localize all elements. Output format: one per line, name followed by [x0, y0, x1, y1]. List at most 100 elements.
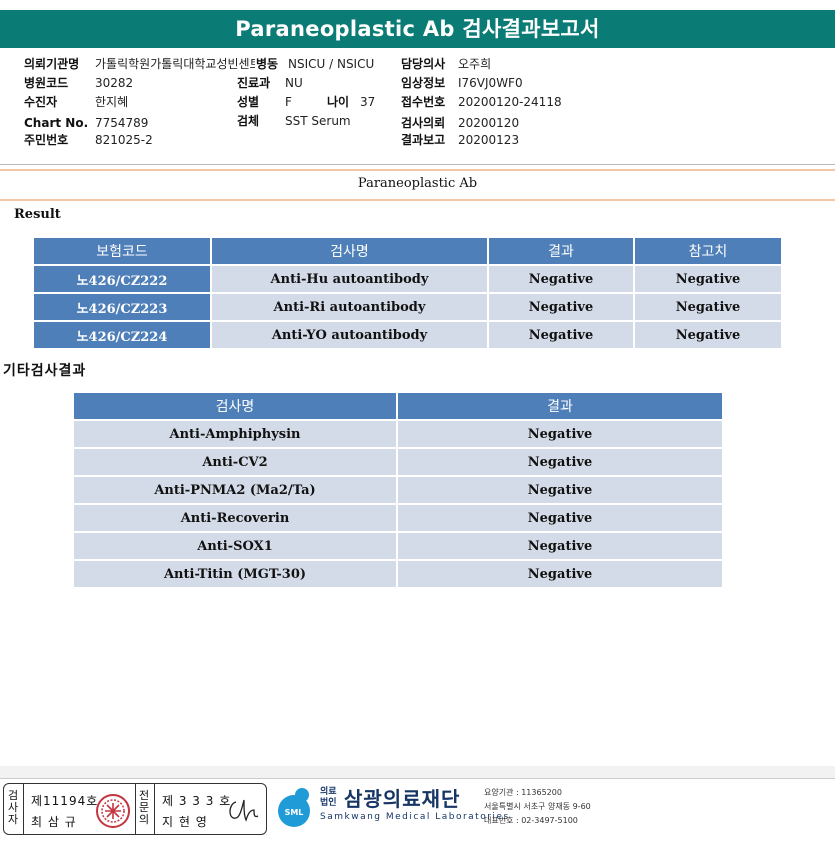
info-value: 20200120-24118 — [458, 95, 562, 109]
contact-line: 요양기관 : 11365200 — [484, 788, 562, 797]
test-name: Anti-YO autoantibody — [212, 322, 487, 348]
table-row: Anti-Amphiphysin Negative — [74, 421, 722, 447]
insurance-code: 노426/CZ222 — [34, 266, 210, 292]
info-label: 수진자 — [24, 95, 58, 109]
reference-value: Negative — [635, 294, 781, 320]
ward-value: NSICU / NSICU — [288, 57, 375, 71]
test-result: Negative — [398, 533, 722, 559]
specialist-name: 지 현 영 — [162, 815, 208, 829]
divider — [154, 784, 155, 834]
table-row: 노426/CZ224 Anti-YO autoantibody Negative… — [34, 322, 781, 348]
org-english-name: Samkwang Medical Laboratories — [320, 812, 510, 822]
table-header-row: 보험코드 검사명 결과 참고치 — [34, 238, 781, 264]
table-row: Anti-CV2 Negative — [74, 449, 722, 475]
org-name: 삼광의료재단 — [344, 787, 461, 811]
column-header: 참고치 — [635, 238, 781, 264]
test-result: Negative — [489, 294, 633, 320]
other-tests-table: 검사명 결과 Anti-Amphiphysin Negative Anti-CV… — [72, 391, 724, 589]
divider — [135, 784, 136, 834]
org-type: 의료 법인 — [320, 787, 337, 808]
tester-label: 검사자 — [7, 789, 19, 826]
test-result: Negative — [398, 505, 722, 531]
info-label: 의뢰기관명 — [24, 57, 80, 71]
contact-line: 서울특별시 서초구 양재동 9-60 — [484, 802, 591, 811]
test-name: Anti-Recoverin — [74, 505, 396, 531]
test-name: Anti-Hu autoantibody — [212, 266, 487, 292]
info-label: 접수번호 — [401, 95, 446, 109]
test-name: Anti-Titin (MGT-30) — [74, 561, 396, 587]
result-heading: Result — [14, 207, 61, 222]
info-value: 821025-2 — [95, 133, 153, 147]
ward-label: 병동 — [256, 57, 279, 71]
test-name: Anti-SOX1 — [74, 533, 396, 559]
info-value: 오주희 — [458, 57, 492, 71]
insurance-code: 노426/CZ223 — [34, 294, 210, 320]
column-header: 결과 — [489, 238, 633, 264]
column-header: 검사명 — [212, 238, 487, 264]
table-row: Anti-SOX1 Negative — [74, 533, 722, 559]
test-result: Negative — [398, 477, 722, 503]
column-header: 결과 — [398, 393, 722, 419]
test-result: Negative — [398, 449, 722, 475]
sex-label: 성별 — [237, 95, 260, 109]
divider — [0, 778, 835, 779]
specialist-label: 전문의 — [138, 789, 150, 826]
divider — [0, 169, 835, 171]
sex-value: F — [285, 95, 292, 109]
seal-icon — [96, 794, 130, 828]
test-name: Anti-CV2 — [74, 449, 396, 475]
test-name: Anti-PNMA2 (Ma2/Ta) — [74, 477, 396, 503]
test-name: Anti-Ri autoantibody — [212, 294, 487, 320]
info-label: 결과보고 — [401, 133, 446, 147]
test-name: Anti-Amphiphysin — [74, 421, 396, 447]
tester-name: 최 삼 규 — [31, 815, 77, 829]
table-row: Anti-Recoverin Negative — [74, 505, 722, 531]
specialist-number: 제 3 3 3 호 — [162, 794, 232, 808]
signature-icon — [229, 799, 259, 822]
patient-info: 의뢰기관명 가톨릭학원가톨릭대학교성빈센트병원 병원코드 30282 수진자 한… — [0, 0, 835, 165]
divider — [0, 199, 835, 201]
age-label: 나이 — [327, 95, 350, 109]
specimen-label: 검체 — [237, 114, 260, 128]
column-header: 검사명 — [74, 393, 396, 419]
contact-info: 요양기관 : 11365200 서울특별시 서초구 양재동 9-60 대표번호 … — [484, 786, 591, 828]
table-row: 노426/CZ223 Anti-Ri autoantibody Negative… — [34, 294, 781, 320]
contact-line: 대표번호 : 02-3497-5100 — [484, 816, 578, 825]
tester-number: 제11194호 — [31, 794, 99, 808]
footer-band — [0, 766, 835, 778]
svg-text:SML: SML — [285, 808, 304, 817]
info-value-institution: 가톨릭학원가톨릭대학교성빈센트병원 — [95, 57, 255, 71]
info-label: 담당의사 — [401, 57, 446, 71]
column-header: 보험코드 — [34, 238, 210, 264]
specimen-value: SST Serum — [285, 114, 351, 128]
test-result: Negative — [398, 421, 722, 447]
dept-value: NU — [285, 76, 303, 90]
divider — [23, 784, 24, 834]
info-value: 20200123 — [458, 133, 520, 147]
table-row: Anti-PNMA2 (Ma2/Ta) Negative — [74, 477, 722, 503]
reference-value: Negative — [635, 266, 781, 292]
test-result: Negative — [489, 266, 633, 292]
table-row: Anti-Titin (MGT-30) Negative — [74, 561, 722, 587]
info-value: I76VJ0WF0 — [458, 76, 523, 90]
table-header-row: 검사명 결과 — [74, 393, 722, 419]
info-label: 임상정보 — [401, 76, 446, 90]
table-row: 노426/CZ222 Anti-Hu autoantibody Negative… — [34, 266, 781, 292]
info-value: 30282 — [95, 76, 134, 90]
other-tests-heading: 기타검사결과 — [3, 363, 87, 379]
age-value: 37 — [360, 95, 376, 109]
dept-label: 진료과 — [237, 76, 271, 90]
test-result: Negative — [489, 322, 633, 348]
result-table: 보험코드 검사명 결과 참고치 노426/CZ222 Anti-Hu autoa… — [32, 236, 783, 350]
signature-box: 검사자 제11194호 최 삼 규 전문의 제 3 3 3 호 지 현 영 — [3, 783, 267, 835]
organization-logo: SML 의료 법인 삼광의료재단 Samkwang Medical Labora… — [272, 783, 602, 835]
test-result: Negative — [398, 561, 722, 587]
info-label: 주민번호 — [24, 133, 69, 147]
info-label: 병원코드 — [24, 76, 69, 90]
info-value: 한지혜 — [95, 95, 129, 109]
insurance-code: 노426/CZ224 — [34, 322, 210, 348]
report-subtitle: Paraneoplastic Ab — [357, 176, 478, 191]
sml-logo-icon: SML — [278, 788, 310, 827]
divider — [0, 164, 835, 165]
reference-value: Negative — [635, 322, 781, 348]
